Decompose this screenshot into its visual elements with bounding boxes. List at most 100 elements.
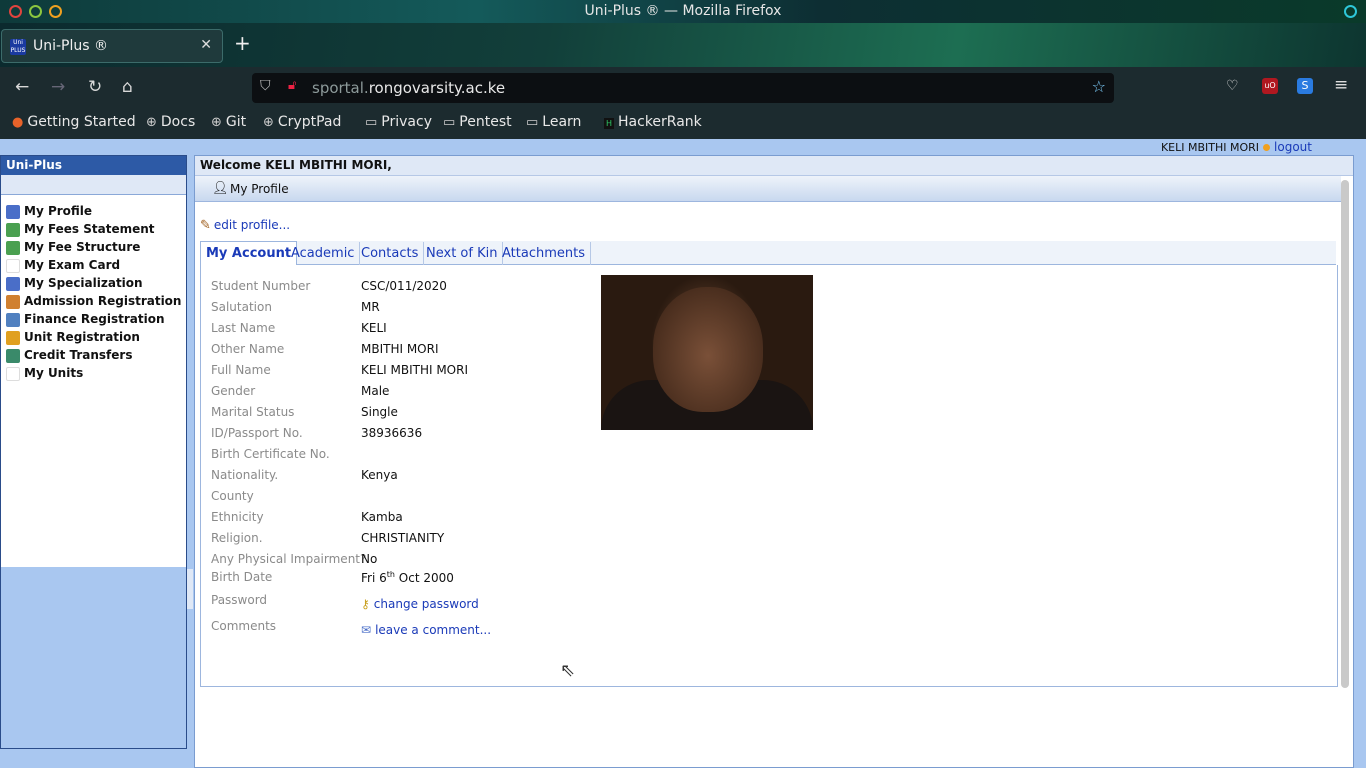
bookmark-git[interactable]: ⊕ Git	[211, 114, 246, 130]
field-value: No	[361, 552, 378, 566]
sidebar-item-label: My Profile	[24, 204, 93, 218]
url-text: sportal.rongovarsity.ac.ke	[312, 79, 506, 97]
sidebar-item-my-fees-statement[interactable]: My Fees Statement	[1, 221, 186, 239]
sidebar-item-my-units[interactable]: My Units	[1, 365, 186, 383]
bookmark-folder-pentest[interactable]: ▭ Pentest	[443, 114, 512, 130]
sidebar-item-admission-registration[interactable]: Admission Registration	[1, 293, 186, 311]
field-value: Fri 6th Oct 2000	[361, 570, 454, 585]
sidebar-subheader	[1, 175, 186, 195]
sidebar-item-finance-registration[interactable]: Finance Registration	[1, 311, 186, 329]
field-value: Kamba	[361, 510, 403, 524]
window-titlebar: Uni-Plus ® — Mozilla Firefox	[0, 0, 1366, 23]
user-icon	[6, 205, 20, 219]
browser-tab[interactable]: Uni PLUS Uni-Plus ® ✕	[1, 29, 223, 63]
sidebar-collapse-handle[interactable]	[187, 569, 193, 609]
sidebar-item-unit-registration[interactable]: Unit Registration	[1, 329, 186, 347]
reload-icon[interactable]: ↻	[88, 77, 102, 97]
mouse-cursor-icon: ⇖	[560, 660, 576, 681]
money-icon	[6, 223, 20, 237]
field-value: MR	[361, 300, 380, 314]
user-name: KELI MBITHI MORI	[1160, 141, 1260, 154]
home-icon[interactable]: ⌂	[122, 77, 133, 97]
field-label: Any Physical Impairment?	[211, 552, 367, 566]
main-panel: Welcome KELI MBITHI MORI, 👤︎ My Profile …	[194, 155, 1354, 768]
forward-icon[interactable]: →	[51, 77, 65, 97]
sidebar-item-my-fee-structure[interactable]: My Fee Structure	[1, 239, 186, 257]
window-title: Uni-Plus ® — Mozilla Firefox	[584, 3, 782, 19]
sidebar-item-label: Admission Registration	[24, 294, 182, 308]
field-label: Student Number	[211, 279, 311, 293]
globe-icon: ⊕	[263, 115, 274, 130]
sidebar-item-label: My Units	[24, 366, 84, 380]
sidebar-item-my-specialization[interactable]: My Specialization	[1, 275, 186, 293]
section-title: My Profile	[230, 182, 289, 196]
field-label: Password	[211, 593, 268, 607]
globe-icon: ⊕	[211, 115, 222, 130]
sidebar-title: Uni-Plus	[1, 156, 186, 175]
field-label: Last Name	[211, 321, 276, 335]
field-value: MBITHI MORI	[361, 342, 439, 356]
field-value: KELI	[361, 321, 387, 335]
tab-attachments[interactable]: Attachments	[497, 242, 591, 265]
edit-profile-link[interactable]: ✎ edit profile...	[200, 218, 290, 233]
edit-user-icon: ✎	[200, 218, 211, 233]
close-tab-icon[interactable]: ✕	[200, 37, 212, 53]
sidebar-item-label: Unit Registration	[24, 330, 140, 344]
tab-academic[interactable]: Academic	[286, 242, 361, 265]
globe-icon: ⊕	[146, 115, 157, 130]
back-icon[interactable]: ←	[15, 77, 29, 97]
pocket-icon[interactable]: ♡	[1226, 78, 1239, 94]
new-tab-icon[interactable]: +	[234, 31, 251, 55]
bookmark-docs[interactable]: ⊕ Docs	[146, 114, 195, 130]
sidebar-item-label: Credit Transfers	[24, 348, 133, 362]
student-photo	[601, 275, 813, 430]
window-menu-button[interactable]	[1344, 5, 1357, 18]
field-label: County	[211, 489, 254, 503]
sidebar-item-credit-transfers[interactable]: Credit Transfers	[1, 347, 186, 365]
tab-bar: Uni PLUS Uni-Plus ® ✕ +	[0, 23, 1366, 67]
bookmark-folder-privacy[interactable]: ▭ Privacy	[365, 114, 432, 130]
shield-icon[interactable]: ⛉	[260, 78, 271, 94]
sidebar: Uni-Plus My Profile My Fees Statement My F…	[0, 155, 187, 749]
url-bar[interactable]: ⛉ 🔓︎ sportal.rongovarsity.ac.ke ☆	[252, 73, 1114, 103]
bookmark-cryptpad[interactable]: ⊕ CryptPad	[263, 114, 341, 130]
key-icon: ⚷	[361, 597, 370, 611]
user-bar: KELI MBITHI MORI logout	[1161, 140, 1312, 154]
favicon-icon: Uni PLUS	[10, 39, 26, 55]
leave-comment-link[interactable]: leave a comment...	[375, 623, 491, 637]
field-label: Ethnicity	[211, 510, 264, 524]
close-window-button[interactable]	[9, 5, 22, 18]
tab-contacts[interactable]: Contacts	[356, 242, 425, 265]
bookmark-star-icon[interactable]: ☆	[1092, 77, 1106, 96]
firefox-icon: ●	[12, 115, 24, 130]
insecure-lock-icon[interactable]: 🔓︎	[288, 78, 296, 93]
scrollbar[interactable]	[1341, 180, 1349, 688]
minimize-window-button[interactable]	[49, 5, 62, 18]
logout-link[interactable]: logout	[1274, 140, 1312, 154]
bookmark-hackerrank[interactable]: H HackerRank	[604, 114, 702, 130]
sidebar-item-my-exam-card[interactable]: My Exam Card	[1, 257, 186, 275]
field-label: Birth Certificate No.	[211, 447, 330, 461]
ublock-icon[interactable]: uO	[1262, 78, 1278, 94]
field-value: KELI MBITHI MORI	[361, 363, 468, 377]
sidebar-item-my-profile[interactable]: My Profile	[1, 203, 186, 221]
field-value: Kenya	[361, 468, 398, 482]
money-icon	[6, 241, 20, 255]
maximize-window-button[interactable]	[29, 5, 42, 18]
welcome-text: Welcome KELI MBITHI MORI,	[195, 156, 1353, 176]
field-value: CSC/011/2020	[361, 279, 447, 293]
folder-icon: ▭	[526, 115, 539, 130]
tab-title: Uni-Plus ®	[33, 38, 109, 54]
change-password-link[interactable]: change password	[374, 597, 479, 611]
pencil-icon	[6, 331, 20, 345]
extension-s-icon[interactable]: S	[1297, 78, 1313, 94]
sidebar-item-label: Finance Registration	[24, 312, 165, 326]
user-icon	[6, 277, 20, 291]
bookmark-folder-learn[interactable]: ▭ Learn	[526, 114, 581, 130]
tab-next-of-kin[interactable]: Next of Kin	[421, 242, 504, 265]
hackerrank-icon: H	[604, 118, 615, 129]
tab-my-account[interactable]: My Account	[200, 241, 298, 266]
bookmark-getting-started[interactable]: ● Getting Started	[12, 114, 136, 130]
hamburger-menu-icon[interactable]: ≡	[1334, 75, 1348, 95]
field-label: Other Name	[211, 342, 285, 356]
